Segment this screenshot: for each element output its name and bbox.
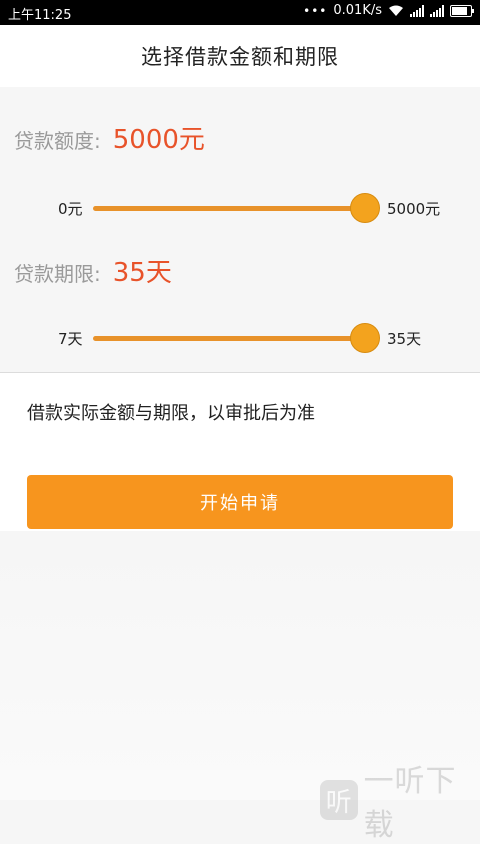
amount-label: 贷款额度: [14, 129, 101, 153]
signal-icon [430, 4, 444, 17]
more-dots-icon: ••• [303, 3, 328, 18]
amount-row: 贷款额度: 5000元 [14, 119, 205, 156]
status-time: 上午11:25 [8, 8, 72, 23]
term-value: 35天 [112, 258, 172, 288]
term-row: 贷款期限: 35天 [14, 252, 172, 289]
signal-icon [410, 4, 424, 17]
term-slider-row: 7天 35天 [0, 318, 480, 358]
term-slider-min: 7天 [58, 330, 83, 348]
network-speed: 0.01K/s [333, 3, 382, 18]
header: 选择借款金额和期限 [0, 25, 480, 87]
status-icons: ••• 0.01K/s [303, 3, 474, 18]
status-bar: 上午11:25 ••• 0.01K/s [0, 0, 480, 25]
term-label: 贷款期限: [14, 262, 101, 286]
loan-selection-panel: 贷款额度: 5000元 0元 5000元 贷款期限: 35天 7天 35天 [0, 87, 480, 372]
battery-icon [450, 4, 474, 17]
term-slider-thumb[interactable] [350, 323, 380, 353]
wifi-icon [389, 5, 403, 16]
amount-slider-row: 0元 5000元 [0, 188, 480, 228]
term-slider-track[interactable] [93, 336, 365, 341]
watermark-text: 一听下载 [363, 764, 457, 843]
approval-notice: 借款实际金额与期限，以审批后为准 [27, 403, 315, 424]
amount-slider-track[interactable] [93, 206, 365, 211]
start-application-button[interactable]: 开始申请 [27, 475, 453, 529]
amount-slider-thumb[interactable] [350, 193, 380, 223]
amount-slider-min: 0元 [58, 200, 83, 218]
term-slider-max: 35天 [387, 330, 422, 348]
amount-slider-max: 5000元 [387, 200, 441, 218]
watermark-logo: 听 [320, 780, 358, 820]
amount-value: 5000元 [112, 125, 205, 155]
page-title: 选择借款金额和期限 [141, 45, 339, 69]
watermark: 听 一听下载 [320, 756, 480, 844]
